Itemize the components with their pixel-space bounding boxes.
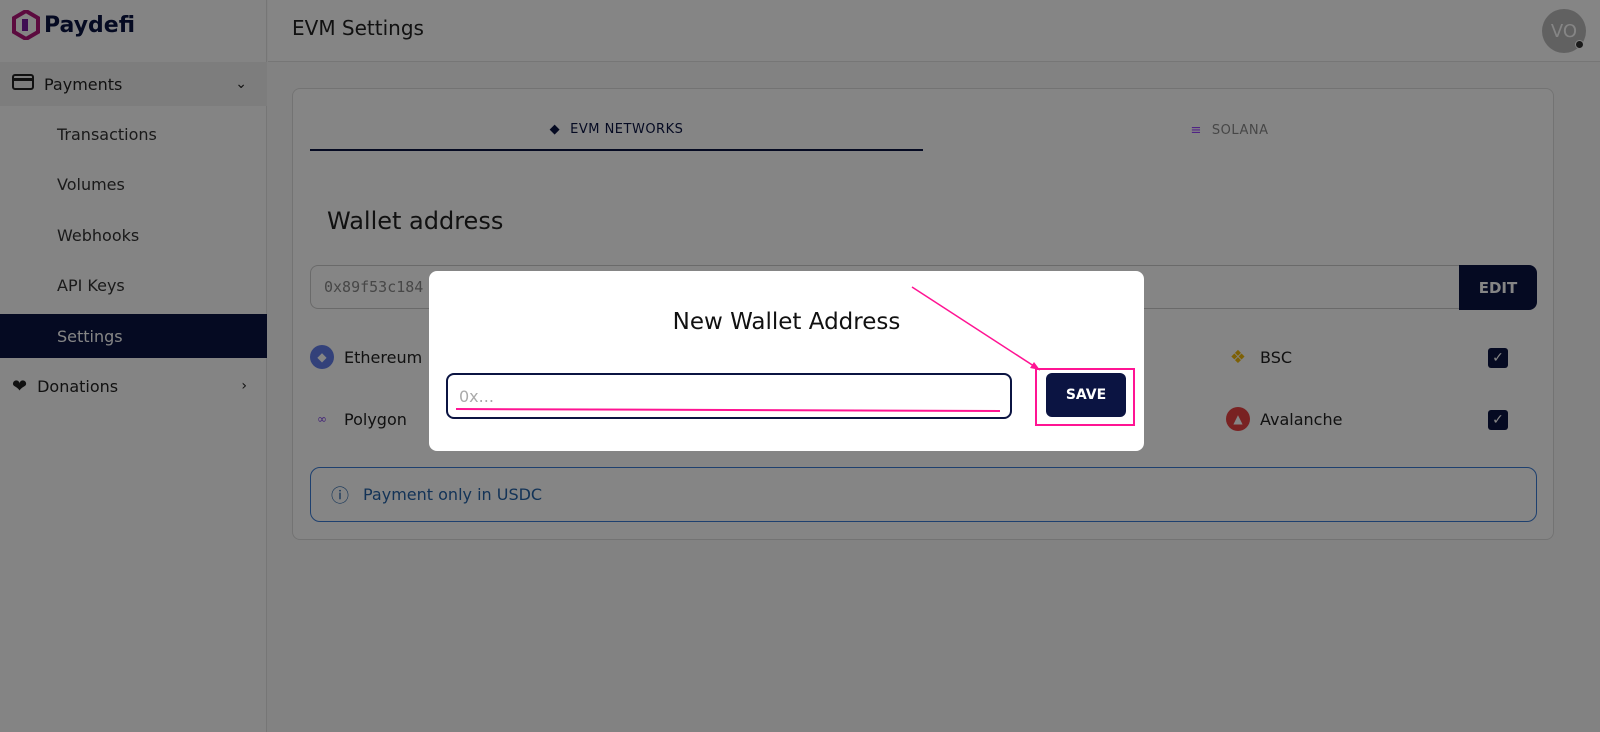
save-button[interactable]: SAVE	[1046, 373, 1126, 417]
modal-title: New Wallet Address	[672, 309, 901, 335]
new-wallet-modal: New Wallet Address SAVE	[429, 271, 1144, 451]
wallet-address-input[interactable]	[446, 373, 1012, 419]
